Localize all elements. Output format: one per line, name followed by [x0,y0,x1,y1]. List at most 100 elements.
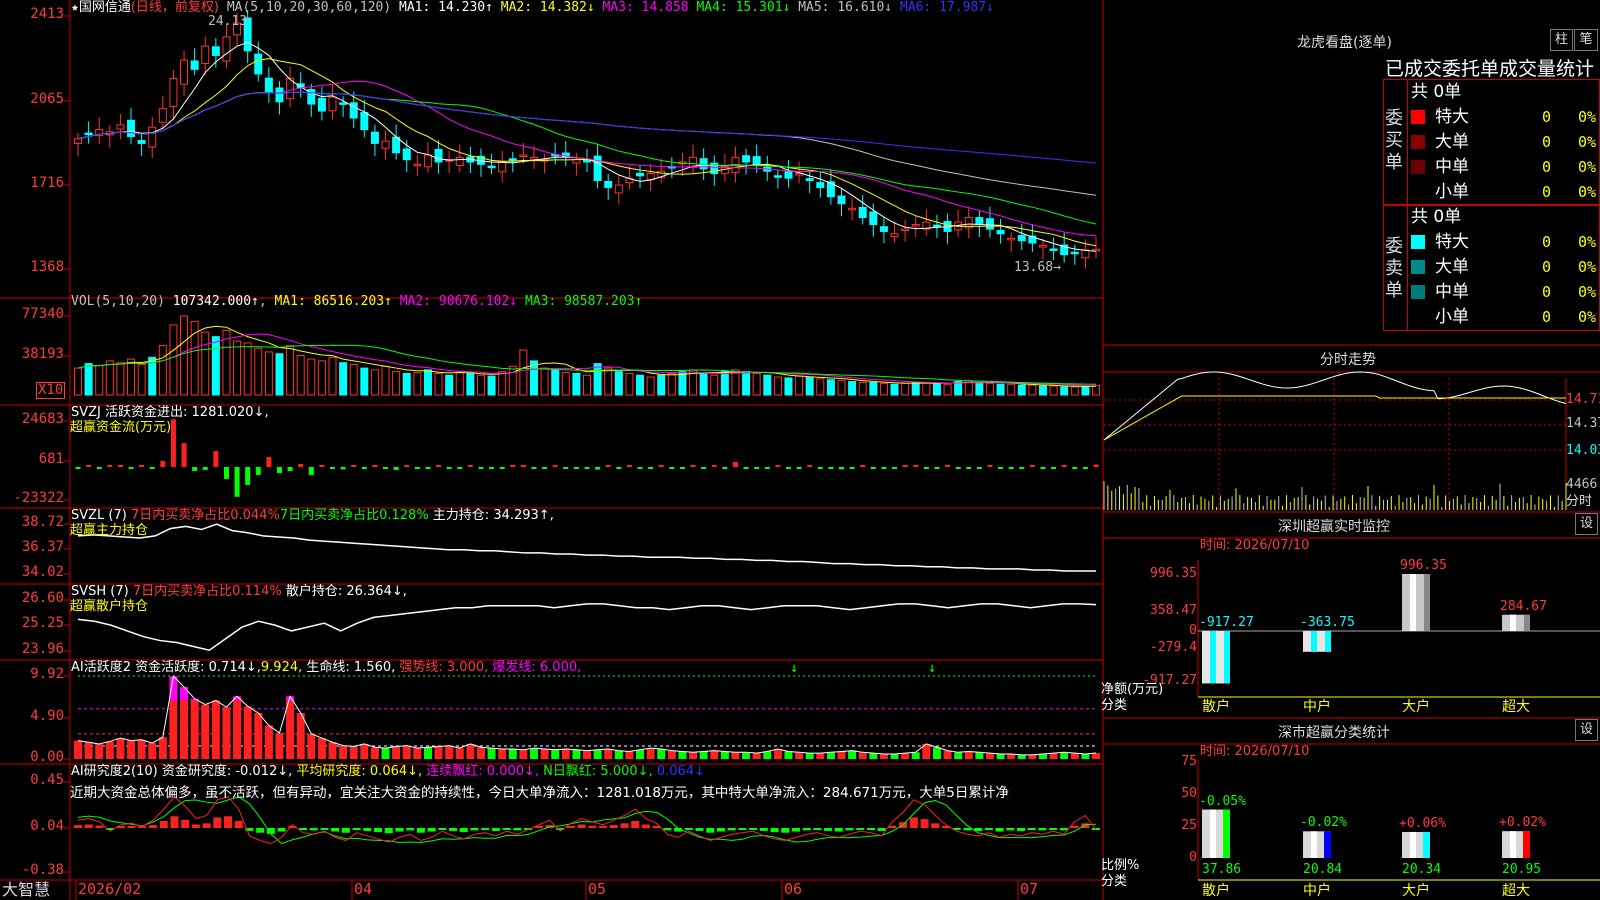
fund-flow-bar [298,464,304,467]
activity-bar [837,751,846,759]
volume-bar [328,356,337,396]
volume-bar [423,369,432,396]
research-bar [191,824,200,828]
volume-bar [201,331,210,396]
volume-bar [317,360,326,396]
classstat-value: 37.86 [1202,862,1242,877]
fund-flow-bar [648,467,654,469]
candle-body [752,156,761,165]
candle-body [423,154,432,168]
row-count: 0 [1542,308,1552,326]
monitor-bar [1303,631,1331,652]
activity-bar [911,752,920,759]
tick-view-button[interactable]: 笔 [1574,29,1598,51]
fund-flow-bar [764,467,770,469]
ma-legend-item: MA5: 16.610↓ [798,0,900,15]
y-tick-label: 38193 [21,346,64,362]
volume-bar [1070,386,1079,396]
activity-bar [190,700,199,759]
classstat-settings-button[interactable]: 设 [1575,719,1598,741]
row-swatch [1411,110,1425,124]
monitor-y-tick: 0 [1189,623,1197,638]
volume-bar [243,342,252,396]
classstat-time: 时间: 2026/07/10 [1200,744,1310,759]
activity-bar [1092,753,1100,759]
kline-mode[interactable]: (日线，前复权) [131,0,219,15]
row-name: 小单 [1435,307,1469,327]
row-name: 中单 [1435,157,1469,177]
activity-bar [636,749,645,759]
row-swatch [1411,185,1425,199]
y-tick-label: 681 [38,451,64,467]
volume-bar [720,371,729,396]
brand-logo[interactable]: 大智慧 [2,880,50,900]
volume-bar [858,381,867,396]
monitor-category: 大户 [1402,699,1430,715]
bar-view-button[interactable]: 柱 [1550,29,1573,51]
volume-bar [678,371,687,396]
activity-bar [1017,754,1026,759]
row-pct: 0% [1578,283,1597,301]
candle-body [180,59,189,85]
activity-bar [360,743,369,759]
activity-bar [710,750,719,759]
volume-bar [784,377,793,396]
volume-bar [434,372,443,396]
ai1-title: AI活跃度2 资金活跃度: 0.714↓, [71,660,261,675]
fund-flow-bar [722,467,728,469]
activity-bar [222,707,231,759]
activity-bar [593,749,602,759]
y-tick-label: 23.96 [21,641,64,657]
candle-body [784,171,793,179]
candle-body [911,223,920,227]
volume-bar [74,367,82,396]
research-bar [1049,828,1058,830]
favorite-star-icon[interactable]: ★ [71,0,79,15]
row-swatch [1411,260,1425,274]
classstat-value: 20.95 [1502,862,1542,877]
classstat-value: 20.34 [1402,862,1442,877]
classstat-xlabel: 分类 [1101,874,1128,889]
x-axis-label: 04 [354,880,373,898]
fund-flow-bar [520,465,526,467]
activity-bar [169,676,178,701]
fund-flow-bar [573,467,579,469]
ma-legend-item: MA4: 15.301↓ [696,0,799,15]
activity-bar [381,748,390,759]
candle-body [158,108,167,123]
candle-body [879,226,888,232]
research-bar [781,828,790,833]
research-bar [363,828,372,831]
activity-bar [339,745,348,759]
fund-flow-bar [149,467,155,469]
volume-bar [254,347,263,396]
svzl-header: SVZL (7) 7日内买卖净占比0.044%7日内买卖净占比0.128% 主力… [71,508,554,523]
research-bar [877,828,886,831]
activity-bar [901,753,910,759]
fund-flow-bar [319,465,325,467]
y-tick-label: 1368 [30,259,64,275]
fund-flow-bar [117,465,123,467]
candle-body [455,156,464,166]
fund-flow-bar [817,467,823,469]
research-bar [931,823,940,828]
research-bar [1027,828,1036,830]
x-axis-label: 07 [1020,880,1039,898]
fund-flow-bar [626,465,632,467]
volume-bar [911,381,920,396]
vol-legend: MA1: 86516.203↑ MA2: 90676.102↓ MA3: 985… [275,294,643,309]
classstat-category: 中户 [1303,883,1331,899]
fund-flow-bar [828,467,834,469]
fund-flow-bar [785,467,791,469]
row-pct: 0% [1578,158,1597,176]
fund-flow-bar [202,467,208,470]
fund-flow-bar [595,467,601,470]
volume-bar [392,371,401,396]
research-bar [309,828,318,831]
ma-legend: MA1: 14.230↑ MA2: 14.382↓ MA3: 14.858 MA… [399,0,994,15]
monitor-settings-button[interactable]: 设 [1575,513,1598,535]
svzl-p3: 主力持仓: 34.293↑, [428,508,554,523]
fund-flow-bar [934,467,940,469]
candle-body [1007,237,1016,241]
activity-bar [74,740,82,759]
